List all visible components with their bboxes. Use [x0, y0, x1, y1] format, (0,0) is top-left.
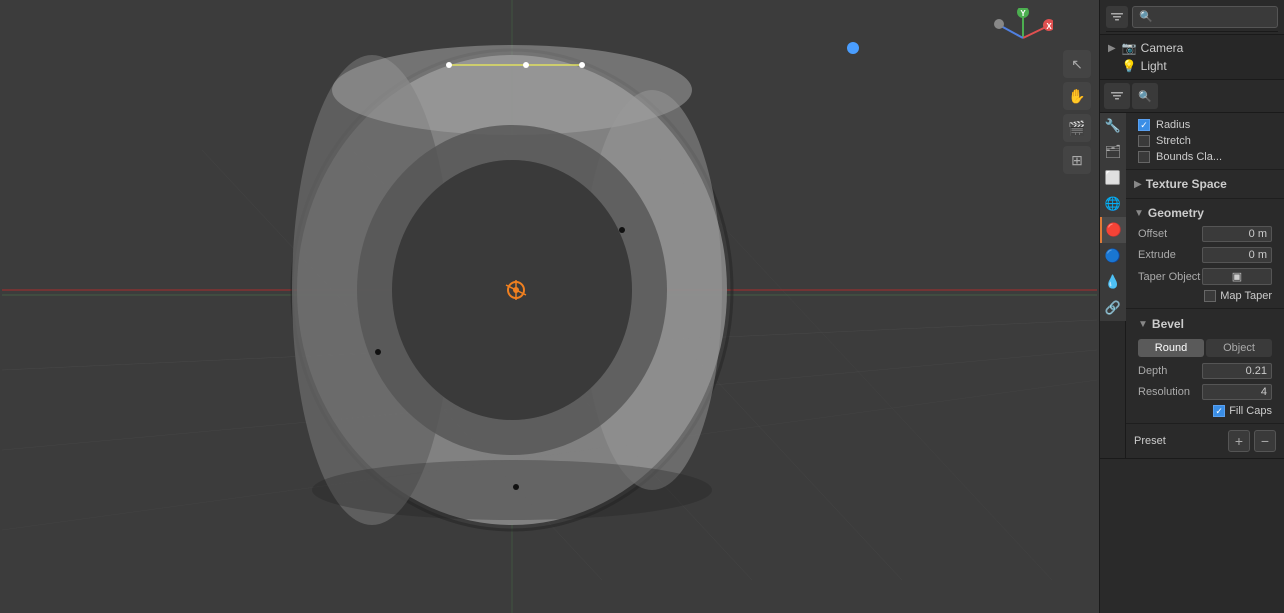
geometry-label: Geometry: [1148, 206, 1204, 220]
panel-topbar-icons: [1106, 6, 1128, 28]
prop-icon-modifier[interactable]: 🔵: [1100, 243, 1126, 269]
outliner-arrow-camera: ▶: [1108, 43, 1116, 54]
stretch-label: Stretch: [1156, 135, 1191, 147]
radius-checkbox[interactable]: ✓: [1138, 119, 1150, 131]
bounds-clamp-label: Bounds Cla...: [1156, 151, 1222, 163]
svg-text:X: X: [1046, 22, 1052, 31]
texture-space-header[interactable]: ▶ Texture Space: [1134, 174, 1276, 194]
bounds-clamp-row: Bounds Cla...: [1134, 149, 1276, 165]
bevel-section: ▼ Bevel Round Object Depth 0.21: [1126, 309, 1284, 424]
texture-space-arrow: ▶: [1134, 179, 1142, 190]
right-panel: 🔍 ▶ 📷 Camera ▶ 💡 Light: [1099, 0, 1284, 613]
preset-label: Preset: [1134, 435, 1166, 447]
camera-icon: 📷: [1122, 41, 1137, 55]
depth-label: Depth: [1138, 365, 1167, 377]
filter-icon[interactable]: [1106, 6, 1128, 28]
bevel-mode-buttons: Round Object: [1138, 339, 1272, 357]
outliner-item-camera[interactable]: ▶ 📷 Camera: [1100, 39, 1284, 57]
extrude-row: Extrude 0 m: [1134, 245, 1276, 265]
preset-add-button[interactable]: +: [1228, 430, 1250, 452]
prop-icon-scene[interactable]: 🗂: [1100, 139, 1126, 165]
properties-search-icon[interactable]: 🔍: [1132, 83, 1158, 109]
bevel-header[interactable]: ▼ Bevel: [1134, 313, 1276, 335]
blue-dot: [847, 42, 859, 54]
bounds-clamp-checkbox[interactable]: [1138, 151, 1150, 163]
taper-object-icon: ▣: [1232, 270, 1242, 283]
prop-sidebar: 🔧 🗂 ⬜ 🌐 🔴 🔵 💧 🔗: [1100, 113, 1126, 458]
stretch-checkbox[interactable]: [1138, 135, 1150, 147]
geometry-header[interactable]: ▼ Geometry: [1134, 203, 1276, 223]
outliner: ▶ 📷 Camera ▶ 💡 Light: [1100, 35, 1284, 80]
texture-space-section: ▶ Texture Space: [1126, 170, 1284, 199]
toolbar-move-icon[interactable]: ✋: [1063, 82, 1091, 110]
fill-caps-label: Fill Caps: [1229, 405, 1272, 417]
outliner-item-light[interactable]: ▶ 💡 Light: [1100, 57, 1284, 75]
prop-icon-mesh[interactable]: 🌐: [1100, 191, 1126, 217]
outliner-label-light: Light: [1141, 59, 1167, 73]
preset-buttons: + −: [1228, 430, 1276, 452]
extrude-value[interactable]: 0 m: [1202, 247, 1272, 263]
properties-filter-icon[interactable]: [1104, 83, 1130, 109]
viewport[interactable]: Y X: [0, 0, 1099, 613]
outliner-search-bar: 🔍: [1100, 0, 1284, 35]
search-input[interactable]: [1156, 9, 1271, 25]
radius-row: ✓ Radius: [1134, 117, 1276, 133]
depth-row: Depth 0.21: [1134, 361, 1276, 381]
properties-panel: 🔍 🔧 🗂 ⬜ 🌐 🔴 🔵 💧 🔗 ✓ Radius: [1100, 80, 1284, 613]
prop-icon-physics[interactable]: 🔗: [1100, 295, 1126, 321]
stretch-row: Stretch: [1134, 133, 1276, 149]
radius-label: Radius: [1156, 119, 1190, 131]
depth-value[interactable]: 0.21: [1202, 363, 1272, 379]
prop-icon-particles[interactable]: 💧: [1100, 269, 1126, 295]
prop-icon-object[interactable]: ⬜: [1100, 165, 1126, 191]
map-taper-label: Map Taper: [1220, 290, 1272, 302]
taper-object-label: Taper Object: [1138, 271, 1200, 283]
prop-icon-bar: 🔧 🗂 ⬜ 🌐 🔴 🔵 💧 🔗 ✓ Radius: [1100, 113, 1284, 459]
resolution-row: Resolution 4: [1134, 382, 1276, 402]
light-icon: 💡: [1122, 59, 1137, 73]
bevel-arrow: ▼: [1138, 319, 1148, 330]
fill-caps-checkbox[interactable]: ✓: [1213, 405, 1225, 417]
fill-caps-row: ✓ Fill Caps: [1134, 403, 1276, 419]
preset-remove-button[interactable]: −: [1254, 430, 1276, 452]
map-taper-row: Map Taper: [1134, 288, 1276, 304]
round-button[interactable]: Round: [1138, 339, 1204, 357]
props-content: ✓ Radius Stretch Bounds Cla... ▶: [1126, 113, 1284, 458]
viewport-toolbar: ↖ ✋ 🎬 ⊞: [1063, 50, 1091, 174]
offset-value[interactable]: 0 m: [1202, 226, 1272, 242]
spline-settings-section: ✓ Radius Stretch Bounds Cla...: [1126, 113, 1284, 170]
offset-label: Offset: [1138, 228, 1167, 240]
geometry-section: ▼ Geometry Offset 0 m Extrude 0 m: [1126, 199, 1284, 309]
toolbar-grid-icon[interactable]: ⊞: [1063, 146, 1091, 174]
viewport-canvas: [0, 0, 1099, 613]
object-button[interactable]: Object: [1206, 339, 1272, 357]
resolution-label: Resolution: [1138, 386, 1190, 398]
search-icon: 🔍: [1139, 10, 1153, 23]
preset-row: Preset + −: [1134, 428, 1276, 454]
offset-row: Offset 0 m: [1134, 224, 1276, 244]
prop-icon-tools[interactable]: 🔧: [1100, 113, 1126, 139]
outliner-label-camera: Camera: [1141, 41, 1184, 55]
panel-topbar: 🔍: [1106, 2, 1278, 32]
taper-object-button[interactable]: ▣: [1202, 268, 1272, 285]
prop-icon-material[interactable]: 🔴: [1100, 217, 1126, 243]
bevel-label: Bevel: [1152, 317, 1184, 331]
resolution-value[interactable]: 4: [1202, 384, 1272, 400]
geometry-arrow: ▼: [1134, 208, 1144, 219]
gizmo[interactable]: Y X: [993, 8, 1053, 68]
svg-text:Y: Y: [1020, 9, 1026, 18]
preset-section: Preset + −: [1126, 424, 1284, 458]
texture-space-label: Texture Space: [1146, 177, 1227, 191]
properties-topbar: 🔍: [1100, 80, 1284, 113]
extrude-label: Extrude: [1138, 249, 1176, 261]
toolbar-cursor-icon[interactable]: ↖: [1063, 50, 1091, 78]
taper-object-row: Taper Object ▣: [1134, 266, 1276, 287]
toolbar-camera-icon[interactable]: 🎬: [1063, 114, 1091, 142]
map-taper-checkbox[interactable]: [1204, 290, 1216, 302]
